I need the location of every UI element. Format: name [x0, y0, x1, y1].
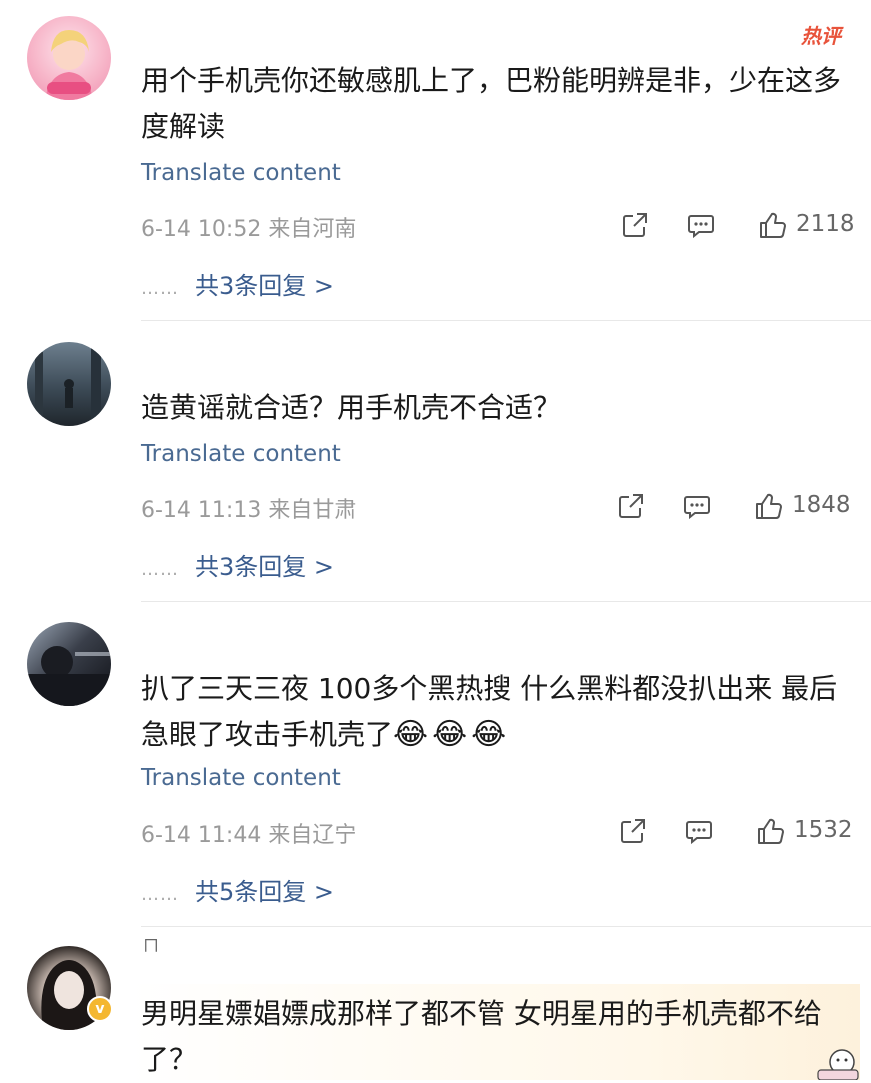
view-replies-link[interactable]: …… 共3条回复 >	[141, 547, 334, 582]
comment-text: 男明星嫖娼嫖成那样了都不管 女明星用的手机壳都不给了？	[141, 997, 822, 1076]
like-icon[interactable]	[757, 210, 787, 240]
translate-link[interactable]: Translate content	[141, 441, 341, 467]
comment-location: 来自河南	[268, 217, 357, 242]
like-count: 1848	[792, 492, 851, 518]
reply-icon[interactable]	[682, 491, 712, 521]
divider	[141, 926, 871, 927]
comment-time: 6-14 10:52	[141, 217, 262, 242]
comment-time: 6-14 11:44	[141, 823, 262, 848]
like-icon[interactable]	[753, 491, 783, 521]
view-replies-link[interactable]: …… 共5条回复 >	[141, 872, 334, 907]
comment-actions: 2118	[620, 210, 855, 240]
share-icon[interactable]	[618, 816, 648, 846]
like-icon[interactable]	[755, 816, 785, 846]
translate-link[interactable]: Translate content	[141, 765, 341, 791]
avatar[interactable]	[27, 16, 111, 100]
share-icon[interactable]	[616, 491, 646, 521]
comment-text: 扒了三天三夜 100多个黑热搜 什么黑料都没扒出来 最后急眼了攻击手机壳了😂😂😂	[141, 666, 841, 758]
avatar[interactable]	[27, 622, 111, 706]
comment-actions: 1848	[616, 491, 851, 521]
replies-count: 共3条回复 >	[195, 272, 335, 300]
comment-text: 用个手机壳你还敏感肌上了，巴粉能明辨是非，少在这多度解读	[141, 64, 842, 143]
avatar[interactable]	[27, 342, 111, 426]
replies-count: 共5条回复 >	[195, 878, 335, 906]
divider	[141, 601, 871, 602]
hot-comment-badge: 热评	[801, 24, 841, 48]
comment-time: 6-14 11:13	[141, 498, 262, 523]
reply-dots: ……	[141, 559, 179, 580]
comment-location: 来自甘肃	[268, 498, 357, 523]
comment-text: 造黄谣就合适？用手机壳不合适？	[141, 391, 562, 424]
reply-icon[interactable]	[684, 816, 714, 846]
replies-count: 共3条回复 >	[195, 553, 335, 581]
comment-location: 来自辽宁	[268, 823, 357, 848]
divider	[141, 320, 871, 321]
verified-badge-icon: v	[87, 996, 113, 1022]
sticker-icon	[817, 1049, 859, 1080]
reply-dots: ……	[141, 278, 179, 299]
laughing-emoji: 😂😂😂	[393, 717, 511, 752]
like-count: 1532	[794, 817, 853, 843]
comment-actions: 1532	[618, 816, 853, 846]
comment-meta: 6-14 11:13 来自甘肃	[141, 492, 356, 524]
share-icon[interactable]	[620, 210, 650, 240]
comment-meta: 6-14 10:52 来自河南	[141, 211, 356, 243]
reply-dots: ……	[141, 884, 179, 905]
reply-icon[interactable]	[686, 210, 716, 240]
comment-meta: 6-14 11:44 来自辽宁	[141, 817, 356, 849]
view-replies-link[interactable]: …… 共3条回复 >	[141, 266, 334, 301]
like-count: 2118	[796, 211, 855, 237]
translate-link[interactable]: Translate content	[141, 160, 341, 186]
text-fragment: ㄇ	[143, 936, 160, 955]
